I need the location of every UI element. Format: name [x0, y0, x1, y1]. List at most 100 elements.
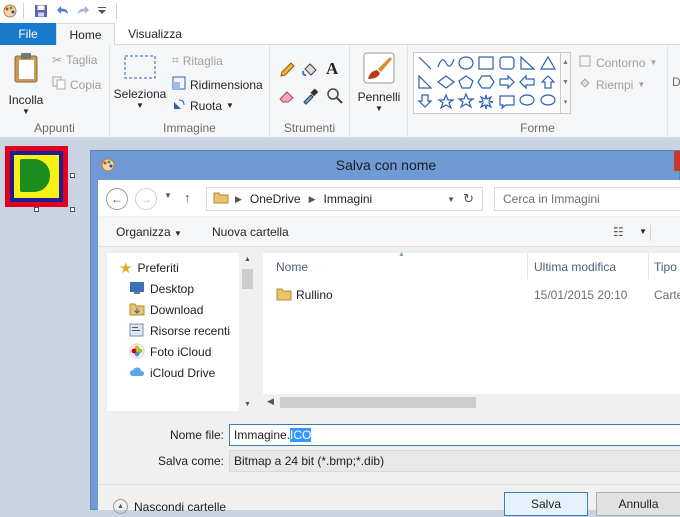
recent-locations-icon[interactable]: ▼	[164, 191, 172, 200]
select-button[interactable]: Seleziona ▼	[114, 54, 166, 110]
color-picker-icon[interactable]	[301, 87, 319, 108]
tools-group-label: Strumenti	[283, 121, 336, 135]
fill-icon	[578, 76, 592, 93]
tab-view[interactable]: Visualizza	[115, 23, 195, 45]
dialog-titlebar[interactable]: Salva con nome	[91, 151, 680, 180]
up-arrow-icon[interactable]: ↑	[184, 190, 191, 205]
undo-icon[interactable]	[54, 3, 70, 19]
rotate-icon	[172, 97, 186, 114]
qat-separator	[23, 3, 24, 19]
scroll-down-icon[interactable]: ▼	[239, 401, 256, 408]
resize-handle-bottom[interactable]	[34, 207, 39, 212]
breadcrumb-immagini[interactable]: Immagini	[324, 192, 373, 206]
scroll-thumb[interactable]	[280, 397, 476, 408]
save-icon[interactable]	[33, 3, 49, 19]
forward-button[interactable]: →	[135, 188, 157, 210]
nav-scrollbar[interactable]: ▲ ▼	[239, 253, 256, 411]
fill-bucket-icon[interactable]	[301, 61, 319, 82]
chevron-down-icon[interactable]: ▼	[447, 195, 455, 204]
copy-icon	[52, 76, 66, 93]
breadcrumb-onedrive[interactable]: OneDrive	[250, 192, 301, 206]
pencil-icon[interactable]	[278, 61, 296, 82]
qat-separator	[116, 3, 117, 19]
column-header-type[interactable]: Tipo	[654, 260, 677, 274]
quick-access-toolbar	[0, 0, 680, 23]
outline-button[interactable]: Contorno ▼	[578, 54, 657, 71]
customize-qat-icon[interactable]	[96, 3, 108, 19]
column-header-modified[interactable]: Ultima modifica	[534, 260, 616, 274]
outline-icon	[578, 54, 592, 71]
nav-label: Foto iCloud	[150, 345, 212, 359]
nav-item-favorites[interactable]: ★ Preferiti	[119, 258, 179, 278]
magnifier-icon[interactable]	[326, 87, 344, 108]
text-tool-icon[interactable]: A	[326, 59, 338, 79]
refresh-icon[interactable]: ↻	[463, 191, 474, 207]
tab-file[interactable]: File	[0, 23, 56, 45]
cancel-button[interactable]: Annulla	[596, 492, 680, 516]
navigation-pane: ★ Preferiti Desktop Download Risorse rec…	[107, 253, 255, 411]
cut-label: Taglia	[66, 53, 98, 67]
crop-label: Ritaglia	[182, 53, 223, 68]
hide-folders-button[interactable]: ▲ Nascondi cartelle	[113, 499, 226, 514]
chevron-down-icon[interactable]: ▼	[639, 227, 647, 236]
resize-handle-corner[interactable]	[70, 207, 75, 212]
tab-home[interactable]: Home	[56, 23, 115, 46]
new-folder-button[interactable]: Nuova cartella	[212, 225, 289, 239]
cut-button[interactable]: ✂ Taglia	[52, 53, 97, 67]
copy-button[interactable]: Copia	[52, 76, 101, 93]
nav-item-recent[interactable]: Risorse recenti	[129, 321, 230, 341]
filename-input[interactable]: Immagine. ICO	[229, 424, 680, 446]
nav-item-icloud-drive[interactable]: iCloud Drive	[129, 363, 215, 383]
address-bar[interactable]: ▶ OneDrive ▶ Immagini ▼ ↻	[206, 187, 483, 211]
rotate-button[interactable]: Ruota ▼	[172, 97, 234, 114]
filename-selection: ICO	[290, 428, 312, 442]
back-button[interactable]: ←	[106, 188, 128, 210]
search-input[interactable]: Cerca in Immagini	[494, 187, 680, 211]
nav-item-desktop[interactable]: Desktop	[129, 279, 194, 299]
fill-label: Riempi	[596, 77, 634, 92]
scroll-left-icon[interactable]: ◀	[267, 396, 274, 407]
image-border	[10, 151, 63, 202]
clipboard-icon	[12, 52, 40, 87]
nav-item-icloud-photos[interactable]: Foto iCloud	[129, 342, 211, 362]
savetype-label: Salva come:	[157, 454, 224, 468]
file-list: ▲ Nome Ultima modifica Tipo Rullino 15/0…	[263, 251, 680, 411]
folder-icon	[276, 287, 292, 304]
save-button[interactable]: Salva	[504, 492, 588, 516]
sort-indicator-icon: ▲	[398, 251, 405, 258]
crop-button[interactable]: ⌗ Ritaglia	[172, 53, 223, 68]
paint-app-icon[interactable]	[2, 3, 18, 19]
brushes-group: Pennelli ▼	[350, 45, 408, 138]
save-as-dialog: Salva con nome ← → ▼ ↑ ▶ OneDrive ▶ Imma…	[90, 150, 680, 516]
recent-places-icon	[129, 323, 145, 340]
selection-icon	[123, 54, 157, 83]
file-row[interactable]: Rullino 15/01/2015 20:10 Carte	[276, 285, 680, 305]
savetype-select[interactable]: Bitmap a 24 bit (*.bmp;*.dib)	[229, 450, 680, 472]
shapes-group-label: Forme	[520, 121, 555, 135]
resize-handle-right[interactable]	[70, 173, 75, 178]
chevron-right-icon: ▶	[235, 193, 242, 204]
ribbon-tabs: File Home Visualizza	[0, 23, 680, 46]
organize-button[interactable]: Organizza ▼	[116, 225, 182, 239]
scroll-thumb[interactable]	[242, 269, 253, 289]
fill-button[interactable]: Riempi ▼	[578, 76, 645, 93]
ribbon: Incolla ▼ ✂ Taglia Copia Appunti Selezion…	[0, 45, 680, 138]
column-header-name[interactable]: Nome	[276, 260, 308, 274]
nav-item-download[interactable]: Download	[129, 300, 203, 320]
paste-button[interactable]: Incolla ▼	[6, 52, 46, 116]
view-options-icon[interactable]: ☷	[613, 225, 624, 239]
shapes-gallery[interactable]	[413, 52, 561, 114]
file-modified: 15/01/2015 20:10	[534, 288, 628, 302]
file-horizontal-scrollbar[interactable]: ◀	[263, 394, 680, 411]
nav-label: Preferiti	[137, 261, 179, 275]
resize-button[interactable]: Ridimensiona	[172, 76, 263, 93]
redo-icon[interactable]	[76, 3, 92, 19]
column-separator	[527, 253, 528, 279]
close-button[interactable]	[674, 151, 680, 171]
eraser-icon[interactable]	[278, 87, 296, 108]
shapes-gallery-scroll[interactable]: ▲ ▼ ▾	[561, 52, 571, 114]
image-canvas[interactable]	[5, 146, 68, 207]
brushes-button[interactable]: Pennelli ▼	[356, 52, 402, 113]
dialog-body: ← → ▼ ↑ ▶ OneDrive ▶ Immagini ▼ ↻ Cerca …	[98, 180, 680, 516]
scroll-up-icon[interactable]: ▲	[239, 256, 256, 263]
